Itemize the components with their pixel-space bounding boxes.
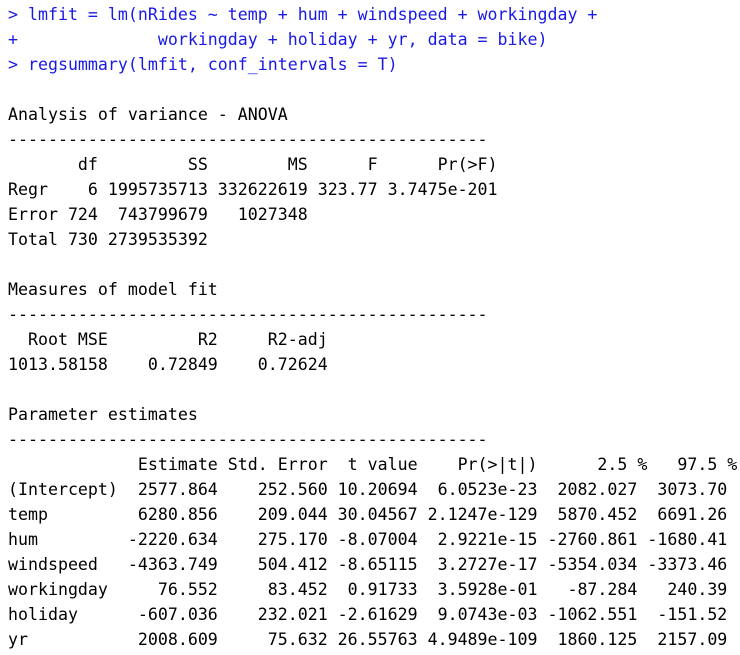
fit-row: 1013.58158 0.72849 0.72624	[8, 355, 328, 374]
params-title: Parameter estimates	[8, 405, 198, 424]
params-row-workingday: workingday 76.552 83.452 0.91733 3.5928e…	[8, 580, 728, 599]
console-input-line: > regsummary(lmfit, conf_intervals = T)	[8, 55, 398, 74]
params-row-temp: temp 6280.856 209.044 30.04567 2.1247e-1…	[8, 505, 728, 524]
params-row-windspeed: windspeed -4363.749 504.412 -8.65115 3.2…	[8, 555, 728, 574]
anova-header: df SS MS F Pr(>F)	[8, 155, 498, 174]
anova-row-regr: Regr 6 1995735713 332622619 323.77 3.747…	[8, 180, 498, 199]
anova-row-error: Error 724 743799679 1027348	[8, 205, 308, 224]
params-row-intercept: (Intercept) 2577.864 252.560 10.20694 6.…	[8, 480, 728, 499]
console-input-line: > lmfit = lm(nRides ~ temp + hum + winds…	[8, 5, 598, 24]
console-continuation-line: + workingday + holiday + yr, data = bike…	[8, 30, 548, 49]
r-console[interactable]: > lmfit = lm(nRides ~ temp + hum + winds…	[0, 0, 740, 655]
params-rule: ----------------------------------------…	[8, 430, 488, 449]
fit-rule: ----------------------------------------…	[8, 305, 488, 324]
params-row-hum: hum -2220.634 275.170 -8.07004 2.9221e-1…	[8, 530, 728, 549]
anova-title: Analysis of variance - ANOVA	[8, 105, 288, 124]
anova-row-total: Total 730 2739535392	[8, 230, 208, 249]
params-row-holiday: holiday -607.036 232.021 -2.61629 9.0743…	[8, 605, 728, 624]
fit-header: Root MSE R2 R2-adj	[8, 330, 328, 349]
fit-title: Measures of model fit	[8, 280, 218, 299]
params-row-yr: yr 2008.609 75.632 26.55763 4.9489e-109 …	[8, 630, 728, 649]
params-header: Estimate Std. Error t value Pr(>|t|) 2.5…	[8, 455, 738, 474]
anova-rule: ----------------------------------------…	[8, 130, 488, 149]
